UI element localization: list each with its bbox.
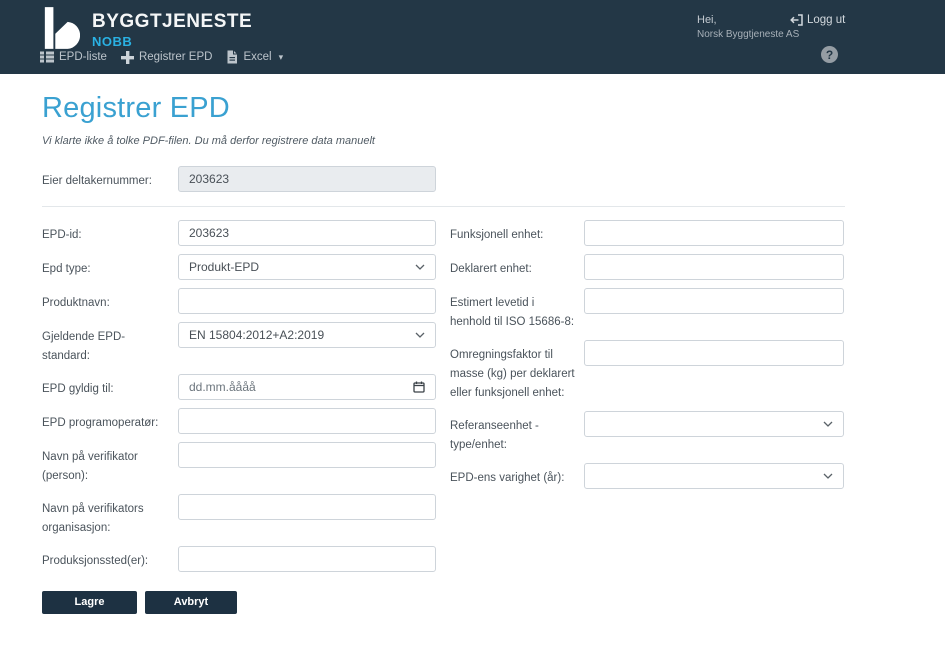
list-icon bbox=[40, 51, 54, 63]
deklarert-enhet-input[interactable] bbox=[584, 254, 844, 280]
selected-value: Produkt-EPD bbox=[189, 260, 259, 274]
referanseenhet-select[interactable] bbox=[584, 411, 844, 437]
page-title: Registrer EPD bbox=[42, 92, 945, 125]
epd-standard-select[interactable]: EN 15804:2012+A2:2019 bbox=[178, 322, 436, 348]
field-label: Gjeldende EPD-standard: bbox=[42, 322, 178, 366]
form-row-epd-type: Epd type: Produkt-EPD bbox=[42, 254, 437, 280]
field-label: Epd type: bbox=[42, 254, 178, 279]
chevron-down-icon bbox=[415, 264, 425, 270]
omregningsfaktor-input[interactable] bbox=[584, 340, 844, 366]
form-row-verifikator-person: Navn på verifikator (person): bbox=[42, 442, 437, 486]
form-row-referanseenhet: Referanseenhet - type/enhet: bbox=[450, 411, 845, 455]
estimert-levetid-input[interactable] bbox=[584, 288, 844, 314]
brand-logo-link[interactable]: BYGGTJENESTE NOBB bbox=[42, 6, 252, 50]
nav-item-excel[interactable]: Excel ▾ bbox=[226, 50, 283, 64]
form-actions: Lagre Avbryt bbox=[42, 591, 437, 614]
epd-id-input[interactable] bbox=[178, 220, 436, 246]
field-label: Navn på verifikator (person): bbox=[42, 442, 178, 486]
form-row-produksjonssted: Produksjonssted(er): bbox=[42, 546, 437, 572]
page-subtitle: Vi klarte ikke å tolke PDF-filen. Du må … bbox=[42, 135, 945, 147]
field-label: EPD-ens varighet (år): bbox=[450, 463, 584, 488]
field-label: Deklarert enhet: bbox=[450, 254, 584, 279]
user-greeting: Hei, Norsk Byggtjeneste AS bbox=[697, 13, 799, 41]
brand-name: BYGGTJENESTE bbox=[92, 6, 252, 33]
funksjonell-enhet-input[interactable] bbox=[584, 220, 844, 246]
calendar-icon[interactable] bbox=[413, 381, 425, 393]
register-epd-form: Eier deltakernummer: EPD-id: Epd type: bbox=[42, 166, 845, 614]
form-row-omregningsfaktor: Omregningsfaktor til masse (kg) per dekl… bbox=[450, 340, 845, 403]
field-label: EPD gyldig til: bbox=[42, 374, 178, 399]
field-label: Omregningsfaktor til masse (kg) per dekl… bbox=[450, 340, 584, 403]
owner-row: Eier deltakernummer: bbox=[42, 166, 845, 192]
produksjonssted-input[interactable] bbox=[178, 546, 436, 572]
chevron-down-icon bbox=[415, 332, 425, 338]
byggtjeneste-logo-icon bbox=[42, 6, 80, 50]
form-row-produktnavn: Produktnavn: bbox=[42, 288, 437, 314]
plus-icon bbox=[121, 51, 134, 64]
selected-value: EN 15804:2012+A2:2019 bbox=[189, 328, 324, 342]
chevron-down-icon bbox=[823, 473, 833, 479]
field-label: EPD programoperatør: bbox=[42, 408, 178, 433]
form-row-epd-id: EPD-id: bbox=[42, 220, 437, 246]
nav-item-label: EPD-liste bbox=[59, 51, 107, 63]
file-icon bbox=[226, 50, 238, 64]
main-nav: EPD-liste Registrer EPD Excel ▾ bbox=[40, 50, 283, 64]
epd-type-select[interactable]: Produkt-EPD bbox=[178, 254, 436, 280]
brand-sub: NOBB bbox=[92, 34, 252, 49]
programoperator-input[interactable] bbox=[178, 408, 436, 434]
epd-gyldig-til-date-input[interactable]: dd.mm.åååå bbox=[178, 374, 436, 400]
nav-item-epd-liste[interactable]: EPD-liste bbox=[40, 51, 107, 63]
form-columns: EPD-id: Epd type: Produkt-EPD bbox=[42, 220, 845, 614]
nav-item-label: Excel bbox=[243, 51, 271, 63]
chevron-down-icon bbox=[823, 421, 833, 427]
help-icon[interactable]: ? bbox=[821, 46, 838, 63]
field-label: Navn på verifikators organisasjon: bbox=[42, 494, 178, 538]
form-column-right: Funksjonell enhet: Deklarert enhet: Esti… bbox=[450, 220, 845, 497]
owner-number-field bbox=[178, 166, 436, 192]
field-label: Produksjonssted(er): bbox=[42, 546, 178, 571]
field-label: Produktnavn: bbox=[42, 288, 178, 313]
form-row-epd-standard: Gjeldende EPD-standard: EN 15804:2012+A2… bbox=[42, 322, 437, 366]
epd-varighet-select[interactable] bbox=[584, 463, 844, 489]
field-label: EPD-id: bbox=[42, 220, 178, 245]
field-label: Referanseenhet - type/enhet: bbox=[450, 411, 584, 455]
organization-name: Norsk Byggtjeneste AS bbox=[697, 28, 799, 42]
form-row-deklarert-enhet: Deklarert enhet: bbox=[450, 254, 845, 280]
logout-label: Logg ut bbox=[807, 14, 845, 26]
verifikator-organisasjon-input[interactable] bbox=[178, 494, 436, 520]
nav-item-label: Registrer EPD bbox=[139, 51, 213, 63]
field-label: Funksjonell enhet: bbox=[450, 220, 584, 245]
form-row-verifikator-organisasjon: Navn på verifikators organisasjon: bbox=[42, 494, 437, 538]
logout-button[interactable]: Logg ut bbox=[789, 13, 845, 27]
form-column-left: EPD-id: Epd type: Produkt-EPD bbox=[42, 220, 437, 614]
form-row-funksjonell-enhet: Funksjonell enhet: bbox=[450, 220, 845, 246]
nav-item-registrer-epd[interactable]: Registrer EPD bbox=[121, 51, 213, 64]
form-row-estimert-levetid: Estimert levetid i henhold til ISO 15686… bbox=[450, 288, 845, 332]
app-header: BYGGTJENESTE NOBB EPD-liste Registre bbox=[0, 0, 945, 74]
produktnavn-input[interactable] bbox=[178, 288, 436, 314]
greeting-line: Hei, bbox=[697, 13, 799, 28]
save-button[interactable]: Lagre bbox=[42, 591, 137, 614]
owner-label: Eier deltakernummer: bbox=[42, 166, 178, 191]
main-content: Registrer EPD Vi klarte ikke å tolke PDF… bbox=[0, 74, 945, 614]
form-row-epd-varighet: EPD-ens varighet (år): bbox=[450, 463, 845, 489]
date-placeholder: dd.mm.åååå bbox=[189, 380, 256, 394]
field-label: Estimert levetid i henhold til ISO 15686… bbox=[450, 288, 584, 332]
verifikator-person-input[interactable] bbox=[178, 442, 436, 468]
cancel-button[interactable]: Avbryt bbox=[145, 591, 237, 614]
form-row-epd-gyldig-til: EPD gyldig til: dd.mm.åååå bbox=[42, 374, 437, 400]
form-divider bbox=[42, 206, 845, 207]
form-row-programoperator: EPD programoperatør: bbox=[42, 408, 437, 434]
logout-icon bbox=[789, 13, 803, 27]
chevron-down-icon: ▾ bbox=[279, 52, 284, 63]
